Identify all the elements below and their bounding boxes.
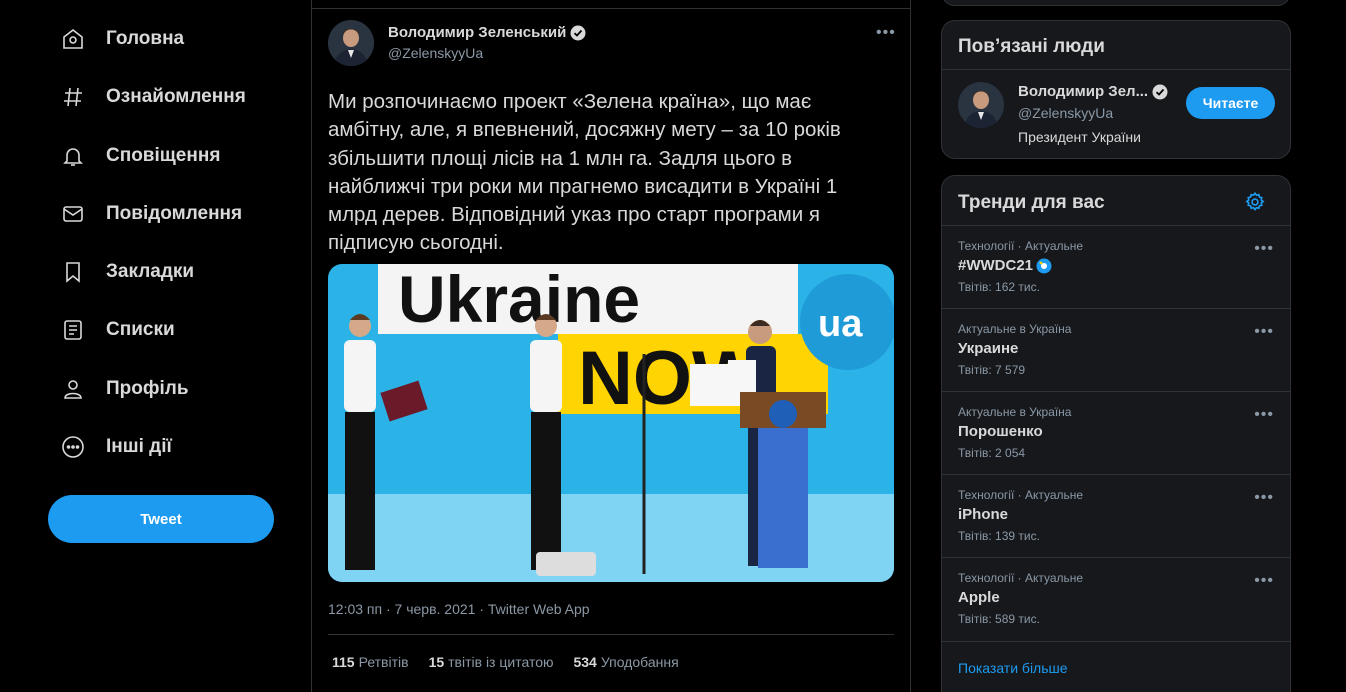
nav-label-more: Інші дії <box>106 436 172 457</box>
trend-name: Apple <box>958 589 1000 606</box>
quotes-stat[interactable]: 15 твітів із цитатою <box>429 654 554 670</box>
trend-item[interactable]: Технології · Актуальне #WWDC21 Твітів: 1… <box>942 225 1290 308</box>
trend-context: Технології · Актуальне <box>958 239 1084 253</box>
nav-item-lists[interactable]: Списки <box>60 310 175 350</box>
trend-item[interactable]: Технології · Актуальне iPhone Твітів: 13… <box>942 474 1290 557</box>
trend-count: Твітів: 2 054 <box>958 446 1026 460</box>
trend-count: Твітів: 7 579 <box>958 363 1026 377</box>
related-person-name: Володимир Зел... <box>1018 83 1149 100</box>
tweet-detail: Володимир Зеленський @ZelenskyyUa ••• Ми… <box>311 0 911 692</box>
nav-item-notifications[interactable]: Сповіщення <box>60 136 220 176</box>
trend-name: Порошенко <box>958 423 1043 440</box>
bookmark-icon <box>60 259 86 285</box>
trend-context: Технології · Актуальне <box>958 488 1084 502</box>
trend-name: Украине <box>958 340 1019 357</box>
trends-title: Тренди для вас <box>958 192 1105 213</box>
trend-more-icon[interactable]: ••• <box>1254 324 1274 340</box>
tweet-more-options-icon[interactable]: ••• <box>876 25 896 41</box>
ua-badge-text: ua <box>818 303 863 345</box>
likes-label: Уподобання <box>600 654 679 670</box>
retweets-stat[interactable]: 115 Ретвітів <box>332 654 409 670</box>
person-icon <box>60 376 86 402</box>
trend-more-icon[interactable]: ••• <box>1254 573 1274 589</box>
trend-count: Твітів: 139 тис. <box>958 529 1040 543</box>
related-person-bio: Президент України <box>1018 129 1141 145</box>
more-circle-icon <box>60 434 86 460</box>
author-handle: @ZelenskyyUa <box>388 45 484 61</box>
related-person-handle: @ZelenskyyUa <box>1018 105 1114 121</box>
trend-name: iPhone <box>958 506 1009 523</box>
verified-badge-icon <box>570 25 586 41</box>
avatar[interactable] <box>328 20 374 66</box>
trend-count: Твітів: 162 тис. <box>958 280 1040 294</box>
trend-count: Твітів: 589 тис. <box>958 612 1040 626</box>
nav-label-notifications: Сповіщення <box>106 145 221 166</box>
trend-item[interactable]: Технології · Актуальне Apple Твітів: 589… <box>942 557 1290 640</box>
show-more-label: Показати більше <box>958 660 1068 676</box>
show-more-link[interactable]: Показати більше <box>942 641 1290 692</box>
trend-context: Технології · Актуальне <box>958 571 1084 585</box>
tweet-button[interactable]: Tweet <box>48 495 274 543</box>
tweet-author[interactable]: Володимир Зеленський @ZelenskyyUa <box>388 24 586 61</box>
nav-item-home[interactable]: Головна <box>60 19 184 59</box>
list-icon <box>60 317 86 343</box>
trend-more-icon[interactable]: ••• <box>1254 241 1274 257</box>
trend-name: #WWDC21 <box>958 257 1034 274</box>
verified-badge-icon <box>1152 84 1168 100</box>
nav-label-home: Головна <box>106 28 185 49</box>
banner-ukraine-text: Ukraine <box>398 264 640 336</box>
divider <box>328 634 894 635</box>
tweet-text: Ми розпочинаємо проект «Зелена країна», … <box>328 90 841 255</box>
trend-context: Актуальне в Україна <box>958 405 1072 419</box>
quotes-count: 15 <box>428 654 445 670</box>
left-navigation: Головна Ознайомлення Сповіщення Повідомл… <box>48 0 288 692</box>
trend-item[interactable]: Актуальне в Україна Порошенко Твітів: 2 … <box>942 391 1290 474</box>
nav-label-explore: Ознайомлення <box>106 86 246 107</box>
bell-icon <box>60 143 86 169</box>
nav-label-messages: Повідомлення <box>106 203 243 224</box>
trend-context: Актуальне в Україна <box>958 322 1072 336</box>
nav-label-bookmarks: Закладки <box>106 261 195 282</box>
nav-item-more[interactable]: Інші дії <box>60 427 172 467</box>
search-box-remnant <box>941 0 1291 6</box>
nav-item-bookmarks[interactable]: Закладки <box>60 252 194 292</box>
envelope-icon <box>60 201 86 227</box>
trend-more-icon[interactable]: ••• <box>1254 490 1274 506</box>
hashtag-icon <box>60 84 86 110</box>
related-people-title: Пов’язані люди <box>958 36 1105 57</box>
quotes-label: твітів із цитатою <box>448 654 554 670</box>
retweets-count: 115 <box>332 654 355 670</box>
likes-stat[interactable]: 534 Уподобання <box>573 654 678 670</box>
tweet-stats: 115 Ретвітів 15 твітів із цитатою 534 Уподо… <box>332 654 679 670</box>
trend-more-icon[interactable]: ••• <box>1254 407 1274 423</box>
nav-item-explore[interactable]: Ознайомлення <box>60 77 246 117</box>
nav-item-profile[interactable]: Профіль <box>60 369 189 409</box>
tweet-timestamp[interactable]: 12:03 пп · 7 черв. 2021 · Twitter Web Ap… <box>328 601 590 617</box>
divider <box>312 8 910 9</box>
avatar[interactable] <box>958 82 1004 128</box>
nav-label-lists: Списки <box>106 319 175 340</box>
retweets-label: Ретвітів <box>358 654 409 670</box>
home-icon <box>60 26 86 52</box>
settings-gear-icon[interactable] <box>1244 191 1266 213</box>
related-people-card: Пов’язані люди Володимир Зел... @Zelensk… <box>941 20 1291 159</box>
likes-count: 534 <box>573 654 597 670</box>
wwdc-emoji-icon <box>1036 258 1052 274</box>
author-name: Володимир Зеленський <box>388 24 567 41</box>
nav-item-messages[interactable]: Повідомлення <box>60 194 242 234</box>
trend-item[interactable]: Актуальне в Україна Украине Твітів: 7 57… <box>942 308 1290 391</box>
tweet-media-image[interactable]: Ukraine NOW ua <box>328 264 894 582</box>
following-button[interactable]: Читаєте <box>1186 87 1275 119</box>
nav-label-profile: Профіль <box>106 378 189 399</box>
trends-card: Тренди для вас Технології · Актуальне #W… <box>941 175 1291 692</box>
